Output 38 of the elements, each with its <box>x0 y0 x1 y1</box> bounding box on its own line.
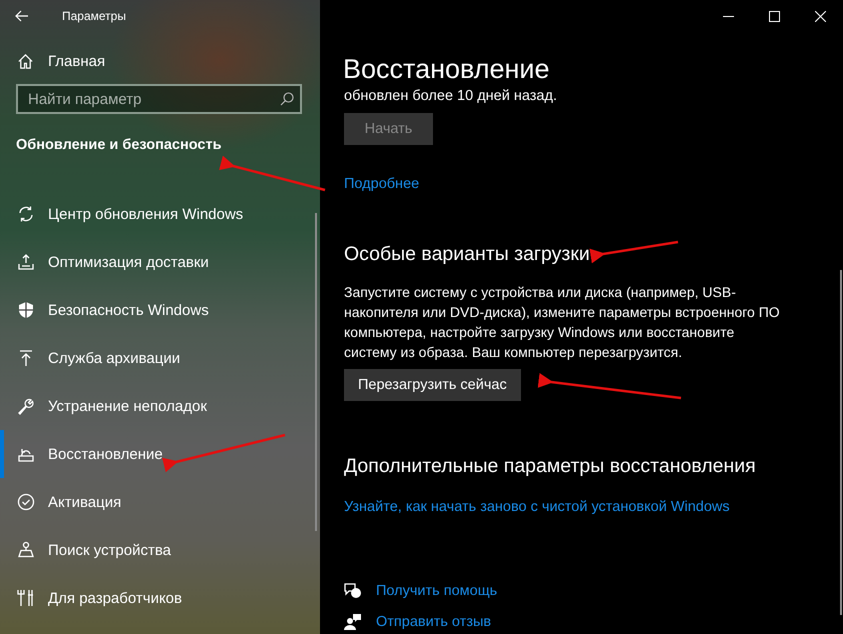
nav-item[interactable]: Устранение неполадок <box>0 382 207 430</box>
search-field[interactable]: Найти параметр <box>16 84 302 114</box>
more-link[interactable]: Подробнее <box>344 176 420 192</box>
section-heading: Обновление и безопасность <box>16 137 222 153</box>
nav-item[interactable]: Активация <box>0 478 122 526</box>
status-text: обновлен более 10 дней назад. <box>344 87 558 106</box>
restart-button[interactable]: Перезагрузить сейчас <box>344 369 521 401</box>
upload-tray-icon <box>17 253 35 271</box>
description-text: Запустите систему с устройства или диска (например, USB-накопителя или DVD-диска), измените параметры встроенного ПО компьютера, настройте загрузку Windows или восстановите систему из образа. Ваш компьютер перезагрузится. <box>344 283 781 362</box>
nav-item[interactable]: Поиск устройства <box>0 526 172 574</box>
shield-icon <box>17 301 35 319</box>
maximize-icon <box>768 10 780 22</box>
nav-item[interactable]: Восстановление <box>0 430 163 478</box>
close-icon <box>814 10 826 22</box>
reset-link[interactable]: Узнайте, как начать заново с чистой установкой Windows <box>344 499 730 515</box>
section-title: Особые варианты загрузки <box>344 242 590 267</box>
wrench-icon <box>17 397 35 415</box>
window-title: Параметры <box>62 9 126 23</box>
section-title: Дополнительные параметры восстановления <box>344 454 756 479</box>
help-chat-icon <box>344 583 361 598</box>
back-arrow-icon <box>15 10 29 22</box>
upload-arrow-icon <box>17 349 35 367</box>
nav-item[interactable]: Безопасность Windows <box>0 286 209 334</box>
feedback-person-icon <box>344 614 361 630</box>
help-link[interactable]: Получить помощь <box>376 583 498 599</box>
home-link[interactable]: Главная <box>17 53 106 70</box>
sync-icon <box>17 205 35 223</box>
nav-item[interactable]: Оптимизация доставки <box>0 238 209 286</box>
search-icon <box>280 92 294 106</box>
nav-item[interactable]: Служба архивации <box>0 334 180 382</box>
check-circle-icon <box>17 493 35 511</box>
nav-item[interactable]: Для разработчиков <box>0 574 182 622</box>
nav-item[interactable]: Центр обновления Windows <box>0 190 244 238</box>
person-pin-icon <box>17 541 35 559</box>
help-link[interactable]: Отправить отзыв <box>376 614 492 630</box>
page-title: Восстановление <box>343 53 551 86</box>
tools-icon <box>17 589 35 607</box>
home-icon <box>17 53 34 70</box>
